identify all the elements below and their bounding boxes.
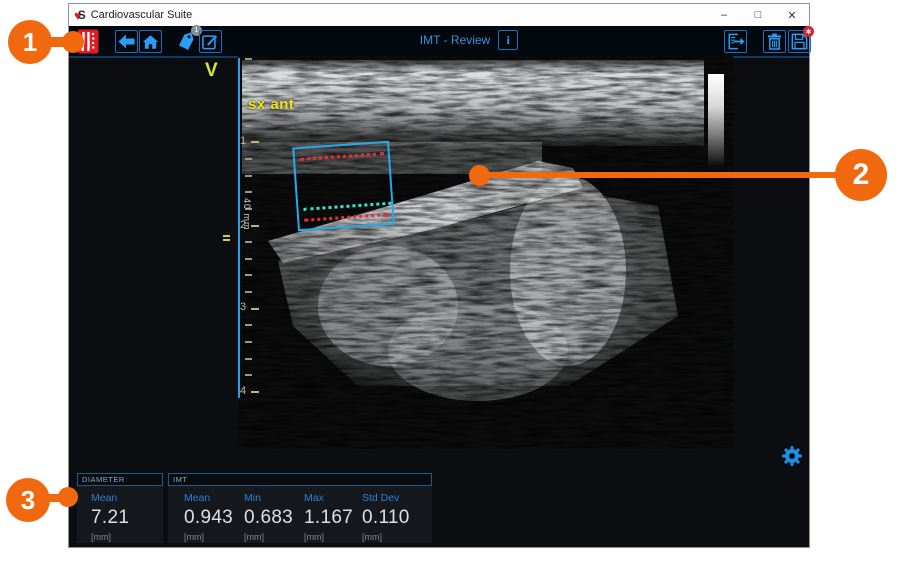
- grayscale-reference-bar: [708, 74, 724, 166]
- measure-value: 0.943: [184, 507, 244, 529]
- ultrasound-speckle-texture: [238, 56, 733, 449]
- close-button[interactable]: ✕: [775, 4, 809, 26]
- screen-title-group: IMT - Review i: [399, 30, 539, 50]
- home-button[interactable]: [139, 30, 162, 53]
- trash-icon: [767, 33, 782, 50]
- measure-value: 0.110: [362, 507, 422, 529]
- callout-3: 3: [6, 478, 50, 522]
- imt-panel-header: IMT: [168, 473, 432, 486]
- callout-1: 1: [8, 20, 52, 64]
- measure-label: Mean: [91, 492, 151, 504]
- imt-min-column: Min 0.683 [mm]: [244, 492, 304, 542]
- screenshot-stage: ♥ S Cardiovascular Suite – □ ✕: [0, 0, 900, 568]
- callout-2-dot: [469, 165, 490, 186]
- callout-2-line: [486, 172, 846, 178]
- ruler-number-3: 3: [240, 301, 252, 313]
- imt-max-column: Max 1.167 [mm]: [304, 492, 364, 542]
- measure-unit: [mm]: [184, 532, 244, 542]
- back-button[interactable]: [115, 30, 138, 53]
- gear-icon: [781, 445, 803, 467]
- measure-unit: [mm]: [362, 532, 422, 542]
- delete-button[interactable]: [763, 30, 786, 53]
- measure-unit: [mm]: [244, 532, 304, 542]
- screen-title: IMT - Review: [420, 33, 490, 47]
- imt-stddev-column: Std Dev 0.110 [mm]: [362, 492, 422, 542]
- diameter-mean-column: Mean 7.21 [mm]: [91, 492, 151, 542]
- save-button[interactable]: ✱: [788, 30, 811, 53]
- ruler-number-1: 1: [240, 135, 252, 147]
- focus-marker-icon: [223, 235, 230, 241]
- info-button[interactable]: i: [498, 30, 518, 50]
- window-titlebar: ♥ S Cardiovascular Suite – □ ✕: [69, 4, 809, 26]
- callout-2: 2: [835, 149, 887, 201]
- back-arrow-icon: [118, 34, 135, 49]
- main-toolbar: 1 IMT - Review i: [69, 26, 809, 56]
- minimize-button[interactable]: –: [707, 4, 741, 26]
- settings-button[interactable]: [781, 445, 803, 467]
- ruler-number-4: 4: [240, 385, 252, 397]
- ultrasound-image[interactable]: 1 2 3 4 40 mm sx ant: [238, 56, 733, 449]
- edit-button[interactable]: [199, 30, 222, 53]
- app-window: ♥ S Cardiovascular Suite – □ ✕: [68, 3, 810, 548]
- measure-label: Std Dev: [362, 492, 422, 504]
- app-logo-letter: S: [78, 8, 86, 22]
- measure-unit: [mm]: [91, 532, 151, 542]
- imt-mean-column: Mean 0.943 [mm]: [184, 492, 244, 542]
- maximize-button[interactable]: □: [741, 4, 775, 26]
- save-badge: ✱: [803, 26, 814, 37]
- measure-value: 1.167: [304, 507, 364, 529]
- diameter-panel: DIAMETER Mean 7.21 [mm]: [77, 473, 163, 543]
- export-icon: [727, 33, 745, 50]
- orientation-marker: V: [205, 60, 218, 82]
- diameter-panel-header: DIAMETER: [77, 473, 163, 486]
- callout-1-dot: [62, 31, 84, 53]
- measure-label: Mean: [184, 492, 244, 504]
- edit-pencil-icon: [202, 33, 219, 50]
- measure-value: 0.683: [244, 507, 304, 529]
- tag-button[interactable]: 1: [175, 30, 198, 53]
- export-button[interactable]: [724, 30, 747, 53]
- callout-3-dot: [58, 487, 78, 507]
- depth-scale-label: 40 mm: [242, 198, 252, 231]
- imt-roi-box[interactable]: [292, 141, 395, 232]
- probe-position-label: sx ant: [248, 96, 294, 113]
- measure-value: 7.21: [91, 507, 151, 529]
- measure-label: Min: [244, 492, 304, 504]
- intima-trace: [303, 202, 391, 211]
- home-icon: [142, 34, 159, 50]
- adventitia-trace-top: [300, 152, 384, 161]
- measure-label: Max: [304, 492, 364, 504]
- adventitia-trace-bottom: [304, 213, 388, 222]
- measure-unit: [mm]: [304, 532, 364, 542]
- window-controls: – □ ✕: [707, 4, 809, 26]
- imt-panel: IMT Mean 0.943 [mm] Min 0.683 [mm] Max 1…: [168, 473, 432, 543]
- window-title: Cardiovascular Suite: [91, 9, 193, 21]
